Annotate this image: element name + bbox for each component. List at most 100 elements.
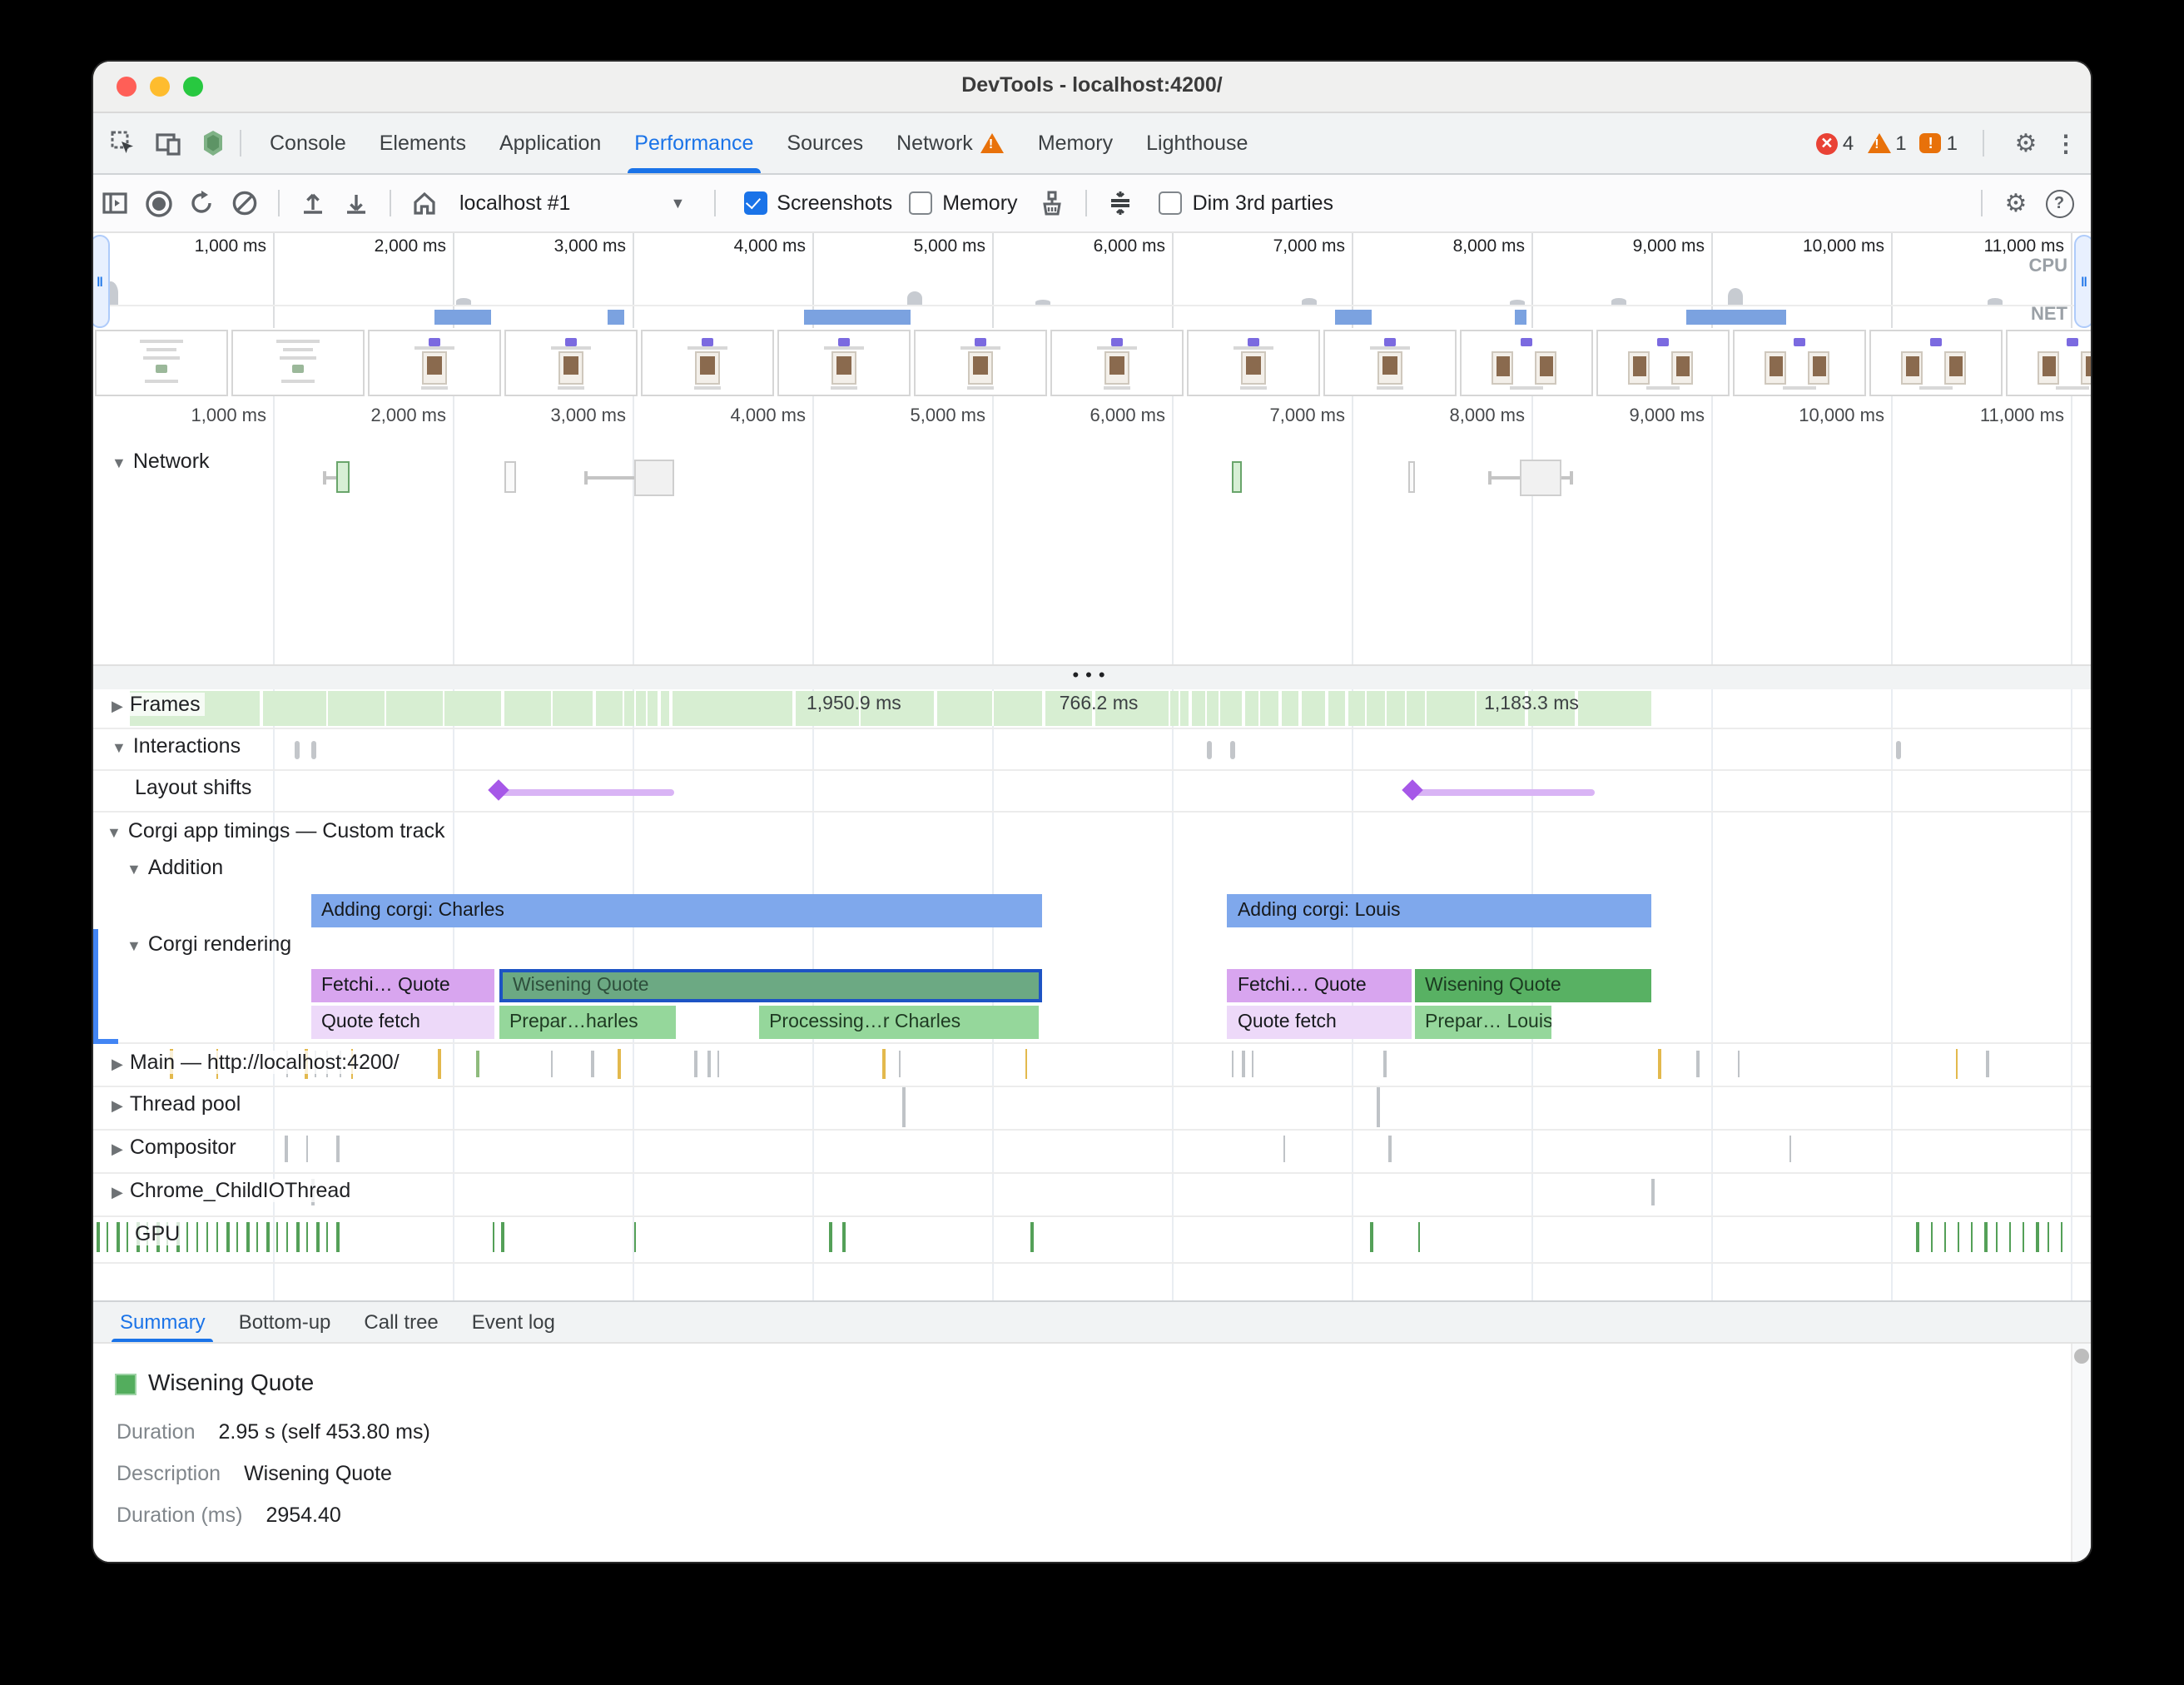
filmstrip-thumbnail[interactable] [2006,330,2091,396]
filmstrip-thumbnail[interactable] [914,330,1047,396]
dim-3rd-parties-checkbox-row[interactable]: Dim 3rd parties [1159,191,1334,215]
thread-track[interactable]: ▶Chrome_ChildIOThread [93,1172,2091,1217]
error-badge[interactable]: ✕ 4 [1816,132,1854,155]
timing-bar[interactable]: Prepar…harles [499,1006,676,1039]
rendering-group-header[interactable]: ▼Corgi rendering [93,932,2091,969]
summary-scrollbar-thumb[interactable] [2074,1349,2089,1364]
tracks-area[interactable]: 1,950.9 ms766.2 ms1,183.3 ms ▶Frames ▼In… [93,689,2091,1300]
timing-bar[interactable]: Prepar… Louis [1415,1006,1551,1039]
layout-shifts-track[interactable]: Layout shifts [93,771,2091,811]
memory-checkbox[interactable] [909,191,932,215]
filmstrip-thumbnail[interactable] [1323,330,1457,396]
filmstrip-thumbnail[interactable] [641,330,774,396]
frames-track[interactable]: 1,950.9 ms766.2 ms1,183.3 ms ▶Frames [93,689,2091,728]
frames-track-label[interactable]: ▶Frames [107,693,206,716]
history-select[interactable]: localhost #1 [459,191,570,215]
summary-scrollbar[interactable] [2071,1344,2091,1562]
network-request[interactable] [504,461,516,493]
thread-track-label[interactable]: ▶Compositor [107,1136,241,1159]
network-request[interactable] [1232,461,1242,493]
upload-profile-icon[interactable] [291,181,335,225]
thread-track[interactable]: ▶Thread pool [93,1086,2091,1131]
filmstrip-thumbnail[interactable] [1187,330,1320,396]
network-track-label[interactable]: ▼Network [107,450,215,473]
collapse-rows-icon[interactable] [1099,181,1143,225]
filmstrip-thumbnail[interactable] [231,330,365,396]
filmstrip-thumbnail[interactable] [95,330,228,396]
custom-track-header[interactable]: ▼Corgi app timings — Custom track [93,819,2091,856]
addition-group-header[interactable]: ▼Addition [93,856,2091,892]
thread-track[interactable]: ▶Main — http://localhost:4200/ [93,1044,2091,1087]
download-profile-icon[interactable] [335,181,378,225]
bottom-tab-call-tree[interactable]: Call tree [347,1302,454,1342]
timing-bar[interactable]: Adding corgi: Louis [1228,894,1652,927]
memory-checkbox-row[interactable]: Memory [909,191,1017,215]
network-request[interactable] [1408,461,1415,493]
dim-3rd-parties-checkbox[interactable] [1159,191,1183,215]
thread-track[interactable]: GPU [93,1215,2091,1264]
tab-sources[interactable]: Sources [770,113,880,173]
layout-shift-marker[interactable] [1402,779,1422,800]
filmstrip-thumbnail[interactable] [1460,330,1593,396]
capture-settings-gear-icon[interactable]: ⚙ [1994,181,2038,225]
device-toolbar-icon[interactable] [153,128,183,158]
network-request[interactable] [1520,460,1561,496]
timing-bar[interactable]: Processing…r Charles [759,1006,1039,1039]
timeline-overview[interactable]: 1,000 ms2,000 ms3,000 ms4,000 ms5,000 ms… [93,233,2091,330]
timing-bar[interactable]: Wisening Quote [499,969,1042,1002]
clear-button[interactable] [223,181,266,225]
pane-resize-handle[interactable]: ••• [93,664,2091,693]
settings-gear-icon[interactable]: ⚙ [2011,128,2041,158]
network-request[interactable] [634,460,674,496]
overview-right-handle[interactable]: ‖ [2074,235,2091,328]
thread-track-label[interactable]: ▶Thread pool [107,1092,246,1116]
history-select-caret[interactable]: ▼ [670,195,685,211]
network-request[interactable] [336,461,350,493]
interactions-track-label[interactable]: ▼Interactions [107,734,246,758]
filmstrip-thumbnail[interactable] [1869,330,2003,396]
screenshots-checkbox-row[interactable]: Screenshots [743,191,892,215]
tab-lighthouse[interactable]: Lighthouse [1129,113,1264,173]
extension-icon[interactable] [198,128,228,158]
inspect-element-icon[interactable] [108,128,138,158]
bottom-tab-event-log[interactable]: Event log [455,1302,572,1342]
timing-bar[interactable]: Quote fetch [1228,1006,1412,1039]
toggle-sidebar-icon[interactable] [93,181,136,225]
bottom-tab-bottom-up[interactable]: Bottom-up [222,1302,348,1342]
bottom-tab-summary[interactable]: Summary [103,1302,222,1342]
timing-bar[interactable]: Quote fetch [311,1006,494,1039]
reload-record-button[interactable] [180,181,223,225]
filmstrip-thumbnail[interactable] [504,330,638,396]
issues-badge[interactable]: ! 1 [1920,132,1958,155]
timing-bar[interactable]: Fetchi… Quote [311,969,494,1002]
record-button[interactable] [136,181,180,225]
collect-garbage-icon[interactable] [1031,181,1075,225]
timing-bar[interactable]: Fetchi… Quote [1228,969,1412,1002]
filmstrip-thumbnail[interactable] [1050,330,1184,396]
tab-elements[interactable]: Elements [363,113,483,173]
tab-network[interactable]: Network [880,113,1021,173]
filmstrip-thumbnail[interactable] [1596,330,1730,396]
layout-shift-marker[interactable] [488,779,509,800]
thread-track-label[interactable]: ▶Chrome_ChildIOThread [107,1179,355,1202]
filmstrip-thumbnail[interactable] [368,330,501,396]
filmstrip-thumbnail[interactable] [1733,330,1866,396]
network-track[interactable]: ▼Network [93,440,2091,664]
thread-track-label[interactable]: ▶Main — http://localhost:4200/ [107,1051,405,1074]
timing-bar[interactable]: Adding corgi: Charles [311,894,1042,927]
overview-left-handle[interactable]: ‖ [93,235,110,328]
home-icon[interactable] [403,181,446,225]
screenshots-checkbox[interactable] [743,191,767,215]
tab-application[interactable]: Application [483,113,618,173]
tab-memory[interactable]: Memory [1021,113,1129,173]
tab-performance[interactable]: Performance [618,113,770,173]
tab-console[interactable]: Console [253,113,363,173]
warning-badge[interactable]: 1 [1867,132,1906,155]
interactions-track[interactable]: ▼Interactions [93,729,2091,769]
more-options-icon[interactable]: ⋮ [2054,129,2077,157]
filmstrip-thumbnail[interactable] [777,330,911,396]
timing-bar[interactable]: Wisening Quote [1415,969,1652,1002]
thread-track-label[interactable]: GPU [130,1222,185,1245]
help-icon[interactable]: ? [2038,181,2081,225]
thread-track[interactable]: ▶Compositor [93,1129,2091,1174]
